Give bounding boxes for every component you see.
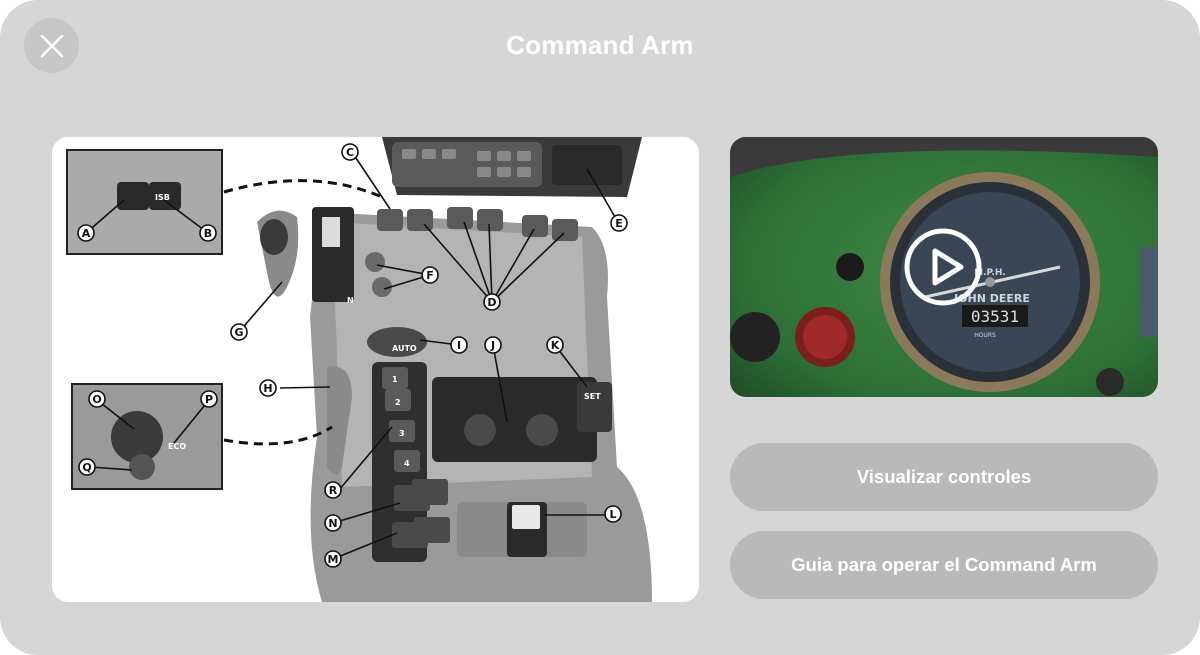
command-arm-diagram: N AUTO 1 2 3 4 SET ISB ECO A B C D E F G… [52,137,699,602]
command-arm-dialog: Command Arm N AUTO 1 2 3 4 SET ISB ECO A… [0,0,1200,655]
eco-label: ECO [168,442,186,451]
dialog-title: Command Arm [506,30,694,60]
range-button-2: 2 [395,398,401,407]
isb-label: ISB [155,193,170,202]
range-button-3: 3 [399,429,405,438]
callout-b: B [204,227,212,240]
range-button-4: 4 [404,459,410,468]
callout-i: I [457,339,461,352]
callout-c: C [346,146,354,159]
callout-r: R [329,484,338,497]
callout-d: D [487,296,496,309]
callout-a: A [82,227,91,240]
callout-p: P [205,393,213,406]
callout-n: N [328,517,337,530]
play-icon[interactable] [903,227,983,307]
callout-f: F [426,269,434,282]
video-thumbnail[interactable]: M.P.H. JOHN DEERE 03531 HOURS [730,137,1158,397]
callout-q: Q [82,461,91,474]
hours-label: HOURS [974,332,996,339]
auto-label: AUTO [392,344,417,353]
callout-m: M [328,553,339,566]
set-label: SET [584,392,601,401]
view-controls-button[interactable]: Visualizar controles [730,443,1158,511]
callout-h: H [263,382,272,395]
callout-k: K [551,339,560,352]
callout-g: G [234,326,243,339]
range-button-1: 1 [392,375,398,384]
callout-l: L [609,508,616,521]
neutral-label: N [347,296,354,305]
hours-counter: 03531 [971,307,1019,326]
operator-guide-button[interactable]: Guia para operar el Command Arm [730,531,1158,599]
callout-e: E [615,217,623,230]
callout-o: O [92,393,101,406]
callout-j: J [490,339,495,352]
